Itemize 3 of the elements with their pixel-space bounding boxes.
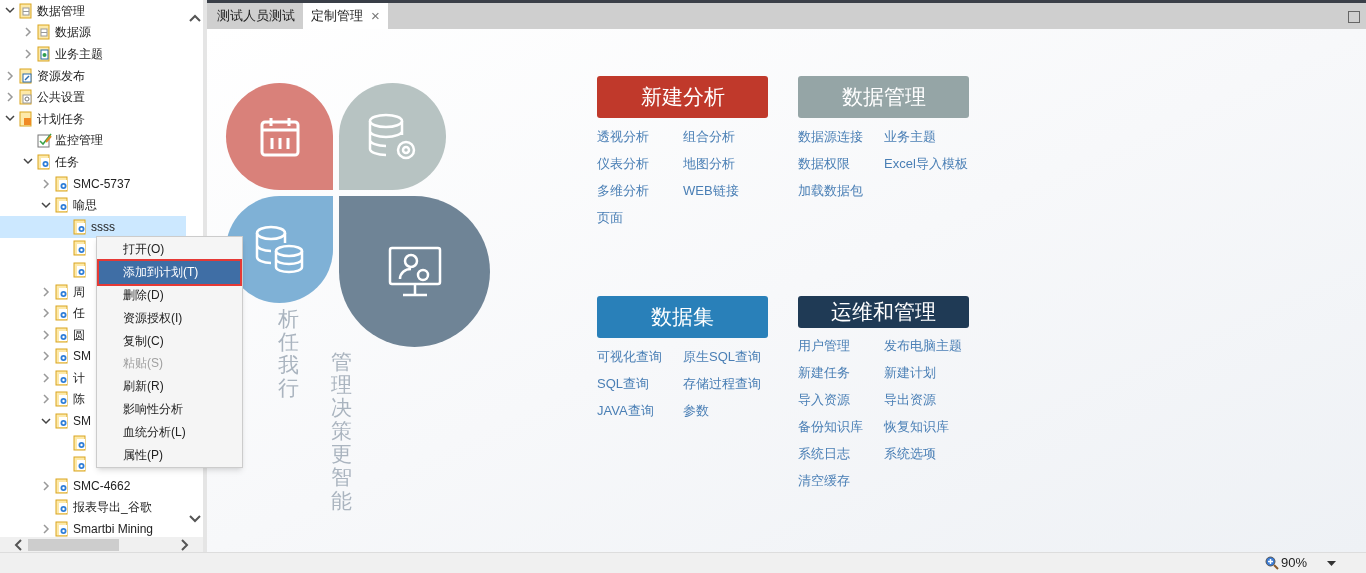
zoom-level: 90% — [1281, 554, 1309, 573]
slogan-text: 管理决策更智能 — [331, 350, 352, 512]
slogan-text: 析任我行 — [278, 307, 299, 400]
